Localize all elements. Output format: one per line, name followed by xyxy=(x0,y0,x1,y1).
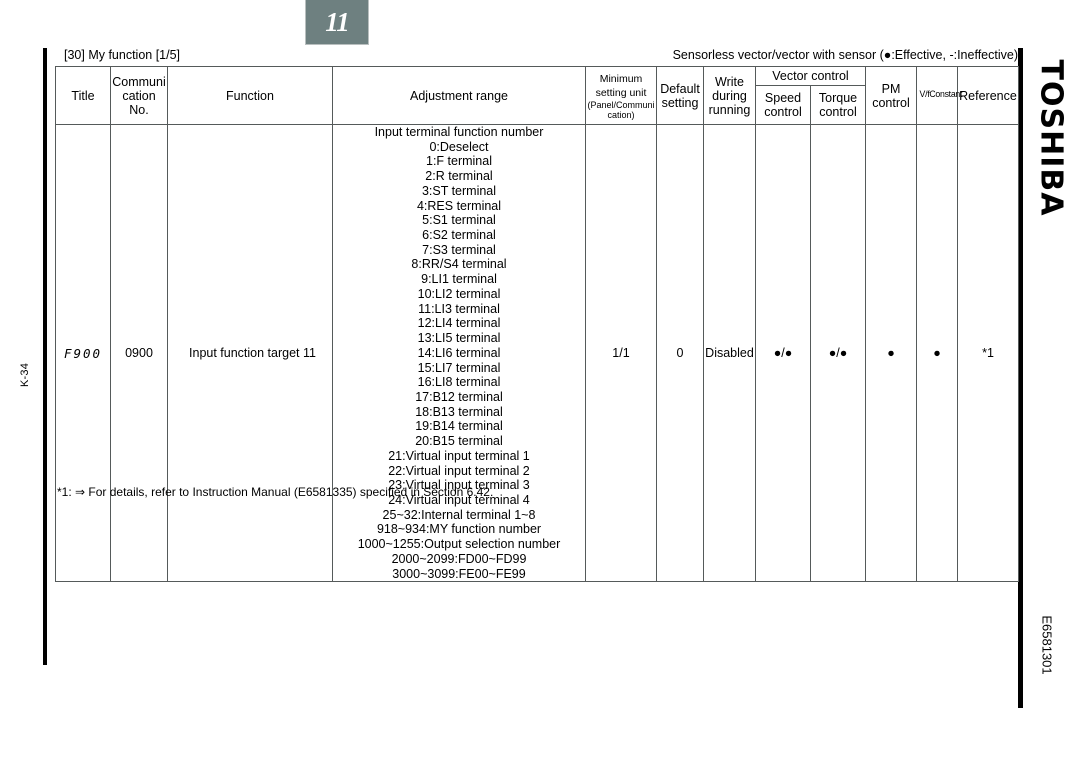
header-min-unit-line4: cation) xyxy=(607,110,635,121)
cell-torque-control: ●/● xyxy=(810,123,866,583)
footnote: *1: ⇒ For details, refer to Instruction … xyxy=(57,485,494,499)
header-communication-no-line3: No. xyxy=(129,102,149,117)
header-pm-control: PM control xyxy=(865,66,917,125)
header-communication-no: Communi cation No. xyxy=(110,66,168,125)
legend-note: Sensorless vector/vector with sensor (●:… xyxy=(672,48,1018,62)
chapter-number: 11 xyxy=(325,6,349,37)
table-body: F900 0900 Input function target 11 Input… xyxy=(55,123,1019,583)
header-title: Title xyxy=(55,66,111,125)
header-speed-control-line2: control xyxy=(764,105,802,119)
document-code-label: E6581301 xyxy=(1039,615,1055,675)
header-write-during-running-line1: Write during xyxy=(712,74,747,103)
cell-default-setting: 0 xyxy=(656,123,704,583)
header-pm-control-line1: PM xyxy=(881,81,901,96)
table-row: F900 0900 Input function target 11 Input… xyxy=(55,123,1019,583)
cell-title: F900 xyxy=(55,123,111,583)
header-torque-control-line2: control xyxy=(819,105,857,119)
cell-communication-no: 0900 xyxy=(110,123,168,583)
header-torque-control-line1: Torque xyxy=(818,91,858,105)
header-reference: Reference xyxy=(957,66,1019,125)
header-min-unit-line3: (Panel/Communi xyxy=(587,100,655,111)
cell-speed-control: ●/● xyxy=(755,123,811,583)
parameter-table: Title Communi cation No. Function Adjust… xyxy=(55,66,1019,583)
section-caption: [30] My function [1/5] xyxy=(64,48,181,62)
header-write-during-running: Write during running xyxy=(703,66,756,125)
cell-adjustment-range: Input terminal function number 0:Deselec… xyxy=(332,123,586,583)
header-function: Function xyxy=(167,66,333,125)
chapter-tab: 11 xyxy=(305,0,369,45)
header-min-unit-line2: setting unit xyxy=(595,87,647,100)
header-write-during-running-line2: running xyxy=(708,102,751,117)
header-default-setting-line2: setting xyxy=(661,95,699,110)
cell-function: Input function target 11 xyxy=(167,123,333,583)
header-min-unit-line1: Minimum xyxy=(599,72,643,85)
header-torque-control: Torque control xyxy=(810,85,866,125)
header-minimum-setting-unit: Minimum setting unit (Panel/Communi cati… xyxy=(585,66,657,125)
table-header-row-1: Title Communi cation No. Function Adjust… xyxy=(55,66,1019,125)
cell-minimum-setting-unit: 1/1 xyxy=(585,123,657,583)
header-speed-control: Speed control xyxy=(755,85,811,125)
left-margin-rule xyxy=(43,48,47,665)
toshiba-logo: TOSHIBA xyxy=(1022,48,1080,228)
cell-write-during-running: Disabled xyxy=(703,123,756,583)
header-communication-no-line2: cation xyxy=(122,88,156,103)
cell-reference: *1 xyxy=(957,123,1019,583)
header-pm-control-line2: control xyxy=(872,95,910,110)
header-default-setting: Default setting xyxy=(656,66,704,125)
page-number-label: K-34 xyxy=(18,362,31,388)
page-number-marker: K-34 xyxy=(10,330,40,420)
brand-name: TOSHIBA xyxy=(1033,59,1069,217)
header-default-setting-line1: Default xyxy=(660,81,700,96)
cell-vf-constant: ● xyxy=(916,123,958,583)
header-vf-constant: V/fConstant xyxy=(916,66,963,125)
table-header: Title Communi cation No. Function Adjust… xyxy=(55,66,1019,125)
document-code: E6581301 xyxy=(1024,580,1070,710)
cell-pm-control: ● xyxy=(865,123,917,583)
header-communication-no-line1: Communi xyxy=(112,74,166,89)
header-vf-constant-label: V/fConstant xyxy=(919,89,963,101)
header-adjustment-range: Adjustment range xyxy=(332,66,586,125)
header-speed-control-line1: Speed xyxy=(764,91,802,105)
header-vector-control-group: Vector control xyxy=(755,66,866,86)
